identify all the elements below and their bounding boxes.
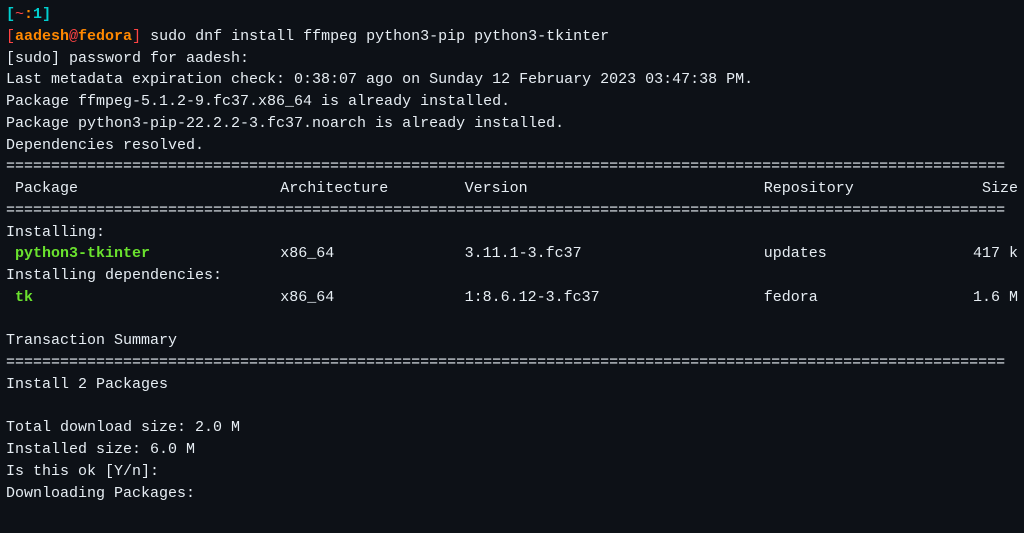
package-repo: fedora bbox=[764, 287, 938, 309]
metadata-expiration-line: Last metadata expiration check: 0:38:07 … bbox=[6, 69, 1018, 91]
package-version: 3.11.1-3.fc37 bbox=[465, 243, 764, 265]
package-version: 1:8.6.12-3.fc37 bbox=[465, 287, 764, 309]
blank-line bbox=[6, 396, 1018, 418]
confirm-prompt[interactable]: Is this ok [Y/n]: bbox=[6, 461, 1018, 483]
downloading-packages-line: Downloading Packages: bbox=[6, 483, 1018, 505]
package-arch: x86_64 bbox=[280, 243, 464, 265]
already-installed-line: Package ffmpeg-5.1.2-9.fc37.x86_64 is al… bbox=[6, 91, 1018, 113]
command-prompt-line[interactable]: [aadesh@fedora] sudo dnf install ffmpeg … bbox=[6, 26, 1018, 48]
table-row: python3-tkinter x86_64 3.11.1-3.fc37 upd… bbox=[6, 243, 1018, 265]
header-package: Package bbox=[6, 178, 280, 200]
package-name: tk bbox=[6, 287, 280, 309]
transaction-summary-label: Transaction Summary bbox=[6, 330, 1018, 352]
installed-size: Installed size: 6.0 M bbox=[6, 439, 1018, 461]
table-row: tk x86_64 1:8.6.12-3.fc37 fedora 1.6 M bbox=[6, 287, 1018, 309]
table-header-row: Package Architecture Version Repository … bbox=[6, 178, 1018, 200]
header-size: Size bbox=[938, 178, 1018, 200]
dependencies-resolved-line: Dependencies resolved. bbox=[6, 135, 1018, 157]
separator-line: ========================================… bbox=[6, 156, 1018, 178]
installing-dependencies-label: Installing dependencies: bbox=[6, 265, 1018, 287]
total-download-size: Total download size: 2.0 M bbox=[6, 417, 1018, 439]
installing-section-label: Installing: bbox=[6, 222, 1018, 244]
package-name: python3-tkinter bbox=[6, 243, 280, 265]
package-size: 417 k bbox=[938, 243, 1018, 265]
package-repo: updates bbox=[764, 243, 938, 265]
package-arch: x86_64 bbox=[280, 287, 464, 309]
header-architecture: Architecture bbox=[280, 178, 464, 200]
header-repository: Repository bbox=[764, 178, 938, 200]
separator-line: ========================================… bbox=[6, 200, 1018, 222]
package-size: 1.6 M bbox=[938, 287, 1018, 309]
header-version: Version bbox=[465, 178, 764, 200]
already-installed-line: Package python3-pip-22.2.2-3.fc37.noarch… bbox=[6, 113, 1018, 135]
blank-line bbox=[6, 309, 1018, 331]
separator-line: ========================================… bbox=[6, 352, 1018, 374]
install-count-line: Install 2 Packages bbox=[6, 374, 1018, 396]
terminal-tab-indicator: [~:1] bbox=[6, 4, 1018, 26]
sudo-password-prompt[interactable]: [sudo] password for aadesh: bbox=[6, 48, 1018, 70]
